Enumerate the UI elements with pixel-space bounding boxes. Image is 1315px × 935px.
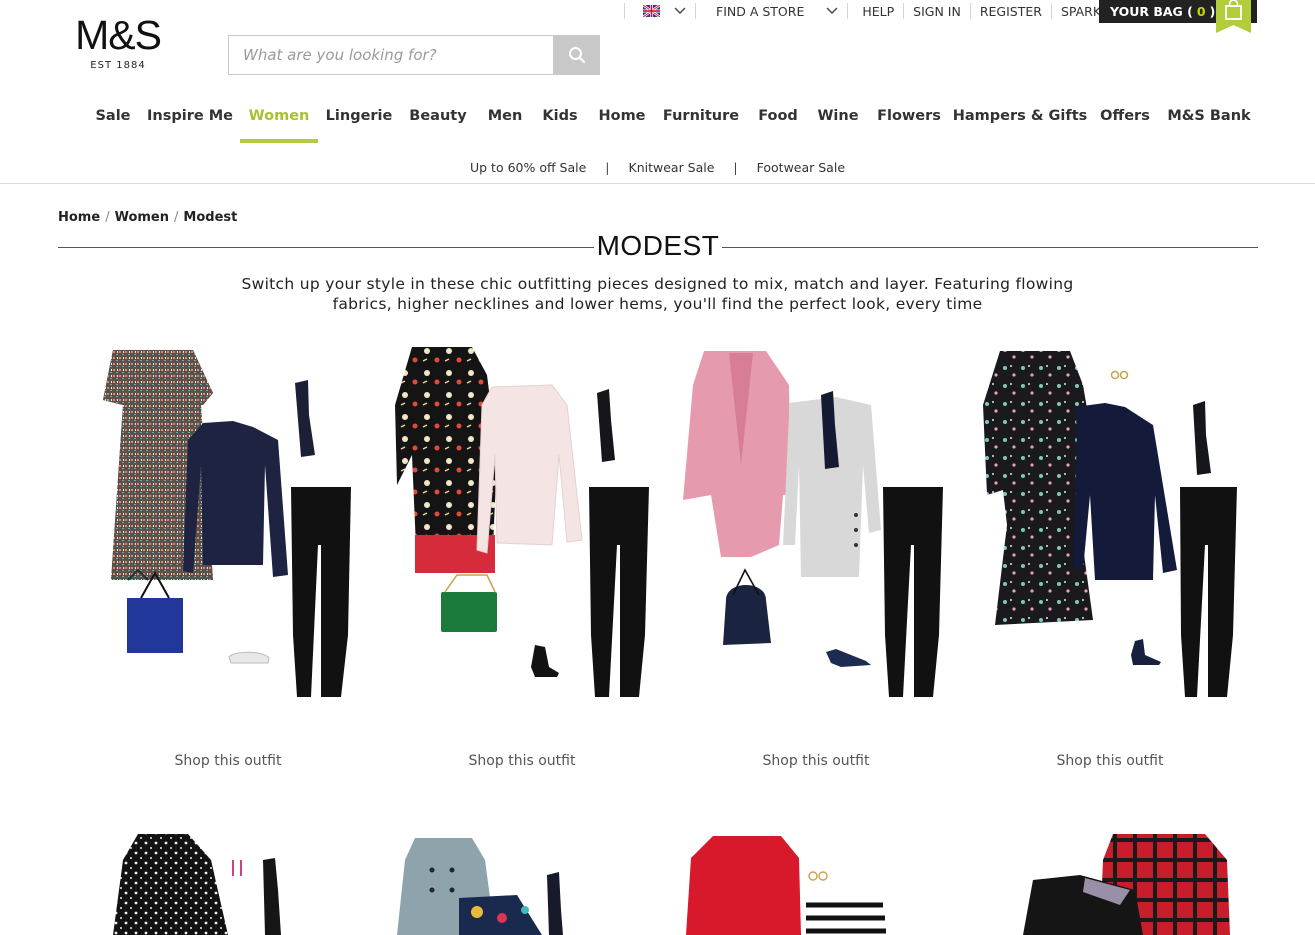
utility-bar: FIND A STORE HELP SIGN IN REGISTER SPARK… — [624, 0, 1118, 22]
outfit-card-3[interactable]: Shop this outfit — [671, 345, 961, 769]
register-link[interactable]: REGISTER — [969, 3, 1051, 19]
promo-separator: | — [733, 160, 738, 175]
brand-name: M&S — [75, 12, 162, 58]
outfit-image — [395, 347, 649, 697]
ms-logo[interactable]: M&S EST 1884 — [66, 14, 170, 71]
nav-item-wine[interactable]: Wine — [815, 103, 861, 143]
page-intro: Switch up your style in these chic outfi… — [200, 274, 1115, 314]
uk-flag-icon — [643, 5, 660, 17]
promo-link-knitwear[interactable]: Knitwear Sale — [629, 160, 715, 175]
help-label: HELP — [862, 3, 895, 19]
search-icon — [568, 47, 585, 64]
promo-link-footwear[interactable]: Footwear Sale — [757, 160, 845, 175]
bag-label-close: ) — [1209, 4, 1216, 19]
brand-tagline: EST 1884 — [90, 60, 146, 71]
promo-link-sale[interactable]: Up to 60% off Sale — [470, 160, 586, 175]
register-label: REGISTER — [979, 3, 1042, 19]
outfit-image — [397, 838, 563, 935]
nav-item-women[interactable]: Women — [240, 103, 318, 143]
nav-item-beauty[interactable]: Beauty — [409, 103, 467, 143]
nav-item-home[interactable]: Home — [597, 103, 647, 143]
help-link[interactable]: HELP — [847, 3, 903, 19]
find-store-label: FIND A STORE — [716, 3, 805, 19]
find-store-link[interactable]: FIND A STORE — [695, 3, 847, 19]
outfit-card-5[interactable] — [83, 830, 373, 935]
search-input[interactable] — [228, 35, 553, 75]
search-button[interactable] — [553, 35, 600, 75]
nav-item-kids[interactable]: Kids — [541, 103, 579, 143]
nav-item-offers[interactable]: Offers — [1097, 103, 1153, 143]
outfit-card-2[interactable]: Shop this outfit — [377, 345, 667, 769]
shop-outfit-link[interactable]: Shop this outfit — [83, 753, 373, 769]
main-navigation: Sale Inspire Me Women Lingerie Beauty Men Kids… — [0, 103, 1315, 143]
country-selector[interactable] — [624, 3, 695, 19]
promo-separator: | — [605, 160, 610, 175]
sign-in-link[interactable]: SIGN IN — [903, 3, 970, 19]
intro-line-2: fabrics, higher necklines and lower hems… — [332, 295, 983, 313]
outfit-card-4[interactable]: Shop this outfit — [965, 345, 1255, 769]
page-title-block: MODEST — [58, 230, 1258, 264]
bag-count: 0 — [1196, 4, 1206, 19]
outfit-image — [683, 351, 943, 697]
bag-label: YOUR BAG ( — [1110, 4, 1193, 19]
chevron-down-icon — [674, 7, 686, 14]
header-divider — [0, 183, 1315, 184]
breadcrumb-current: Modest — [183, 210, 238, 225]
intro-line-1: Switch up your style in these chic outfi… — [241, 275, 1074, 293]
outfit-card-7[interactable] — [671, 830, 961, 935]
outfit-card-6[interactable] — [377, 830, 667, 935]
outfit-image — [113, 834, 281, 935]
breadcrumb-separator: / — [174, 210, 179, 225]
breadcrumb-separator: / — [105, 210, 110, 225]
promo-subnav: Up to 60% off Sale | Knitwear Sale | Foo… — [0, 160, 1315, 175]
nav-item-lingerie[interactable]: Lingerie — [326, 103, 393, 143]
nav-item-men[interactable]: Men — [485, 103, 525, 143]
outfit-image — [686, 836, 886, 935]
breadcrumb-women[interactable]: Women — [115, 210, 169, 225]
outfit-card-1[interactable]: Shop this outfit — [83, 345, 373, 769]
breadcrumb: Home / Women / Modest — [58, 210, 237, 225]
nav-item-furniture[interactable]: Furniture — [663, 103, 739, 143]
page-title: MODEST — [594, 230, 722, 262]
outfit-image — [1023, 834, 1230, 935]
outfit-image — [983, 351, 1237, 697]
nav-item-sale[interactable]: Sale — [92, 103, 134, 143]
outfit-card-8[interactable] — [965, 830, 1255, 935]
sign-in-label: SIGN IN — [913, 3, 961, 19]
nav-item-food[interactable]: Food — [756, 103, 800, 143]
shop-outfit-link[interactable]: Shop this outfit — [671, 753, 961, 769]
nav-item-inspire-me[interactable]: Inspire Me — [147, 103, 233, 143]
breadcrumb-home[interactable]: Home — [58, 210, 100, 225]
search-bar — [228, 35, 600, 75]
shop-outfit-link[interactable]: Shop this outfit — [377, 753, 667, 769]
outfit-image — [103, 350, 351, 697]
nav-item-hampers-gifts[interactable]: Hampers & Gifts — [953, 103, 1088, 143]
shop-outfit-link[interactable]: Shop this outfit — [965, 753, 1255, 769]
shopping-bag-icon[interactable] — [1216, 0, 1251, 33]
nav-item-m-s-bank[interactable]: M&S Bank — [1167, 103, 1250, 143]
nav-item-flowers[interactable]: Flowers — [876, 103, 942, 143]
chevron-down-icon — [826, 7, 838, 14]
